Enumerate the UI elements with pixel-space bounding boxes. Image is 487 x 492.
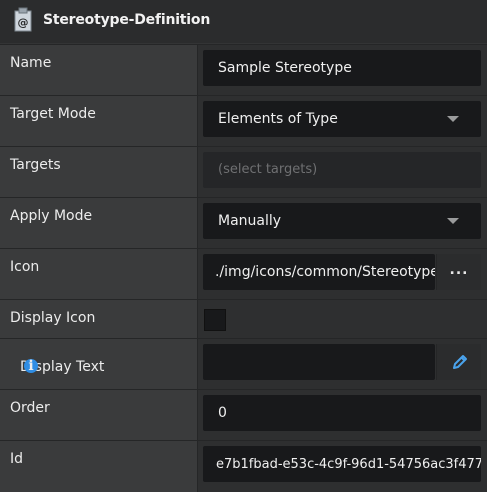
id-input[interactable]: e7b1fbad-e53c-4c9f-96d1-54756ac3f477 [203, 446, 481, 482]
order-label: Order [10, 400, 50, 416]
stereotype-icon: @ [12, 7, 34, 33]
name-label: Name [10, 55, 52, 71]
targets-placeholder: (select targets) [218, 162, 318, 177]
id-value-cell: e7b1fbad-e53c-4c9f-96d1-54756ac3f477 [198, 441, 487, 492]
icon-value-cell: ./img/icons/common/Stereotype ... [198, 249, 487, 299]
icon-label: Icon [10, 259, 40, 275]
id-label-cell: Id [0, 441, 198, 492]
row-id: Id e7b1fbad-e53c-4c9f-96d1-54756ac3f477 [0, 440, 487, 492]
targets-label-cell: Targets [0, 147, 198, 197]
target-mode-value-cell: Elements of Type [198, 96, 487, 146]
name-input[interactable]: Sample Stereotype [203, 50, 481, 86]
name-label-cell: Name [0, 45, 198, 95]
id-label: Id [10, 451, 24, 467]
target-mode-label: Target Mode [10, 106, 96, 122]
browse-icon-button[interactable]: ... [436, 254, 481, 290]
row-icon: Icon ./img/icons/common/Stereotype ... [0, 248, 487, 299]
display-icon-value-cell [198, 300, 487, 338]
row-display-icon: Display Icon [0, 299, 487, 338]
target-mode-selected: Elements of Type [218, 111, 338, 127]
properties-panel: @ Stereotype-Definition Name Sample Ster… [0, 0, 487, 492]
display-text-value-cell [198, 339, 487, 389]
apply-mode-label-cell: Apply Mode [0, 198, 198, 248]
row-order: Order 0 [0, 389, 487, 440]
targets-select[interactable]: (select targets) [203, 152, 481, 188]
row-apply-mode: Apply Mode Manually [0, 197, 487, 248]
display-icon-checkbox[interactable] [204, 309, 226, 331]
target-mode-select[interactable]: Elements of Type [203, 101, 481, 137]
icon-path-value: ./img/icons/common/Stereotype [215, 264, 435, 280]
edit-display-text-button[interactable] [436, 344, 481, 380]
display-text-label-cell: Display Text i [0, 339, 198, 389]
apply-mode-select[interactable]: Manually [203, 203, 481, 239]
display-icon-label: Display Icon [10, 310, 96, 326]
apply-mode-selected: Manually [218, 213, 282, 229]
chevron-down-icon [447, 116, 459, 122]
display-icon-label-cell: Display Icon [0, 300, 198, 338]
name-value-cell: Sample Stereotype [198, 45, 487, 95]
display-text-input[interactable] [203, 344, 435, 380]
panel-title: Stereotype-Definition [43, 12, 211, 28]
apply-mode-label: Apply Mode [10, 208, 93, 224]
id-input-value: e7b1fbad-e53c-4c9f-96d1-54756ac3f477 [216, 457, 481, 472]
icon-path-input[interactable]: ./img/icons/common/Stereotype [203, 254, 435, 290]
row-targets: Targets (select targets) [0, 146, 487, 197]
icon-label-cell: Icon [0, 249, 198, 299]
targets-value-cell: (select targets) [198, 147, 487, 197]
row-name: Name Sample Stereotype [0, 44, 487, 95]
order-label-cell: Order [0, 390, 198, 440]
svg-text:@: @ [18, 16, 29, 29]
row-display-text: Display Text i [0, 338, 487, 389]
order-value-cell: 0 [198, 390, 487, 440]
order-input[interactable]: 0 [203, 395, 481, 431]
apply-mode-value-cell: Manually [198, 198, 487, 248]
name-input-value: Sample Stereotype [218, 60, 352, 76]
browse-button-label: ... [449, 262, 469, 278]
panel-header: @ Stereotype-Definition [0, 0, 487, 43]
row-target-mode: Target Mode Elements of Type [0, 95, 487, 146]
pencil-icon [453, 355, 467, 369]
target-mode-label-cell: Target Mode [0, 96, 198, 146]
chevron-down-icon [447, 218, 459, 224]
targets-label: Targets [10, 157, 61, 173]
order-input-value: 0 [218, 405, 227, 421]
info-icon[interactable]: i [24, 359, 38, 373]
